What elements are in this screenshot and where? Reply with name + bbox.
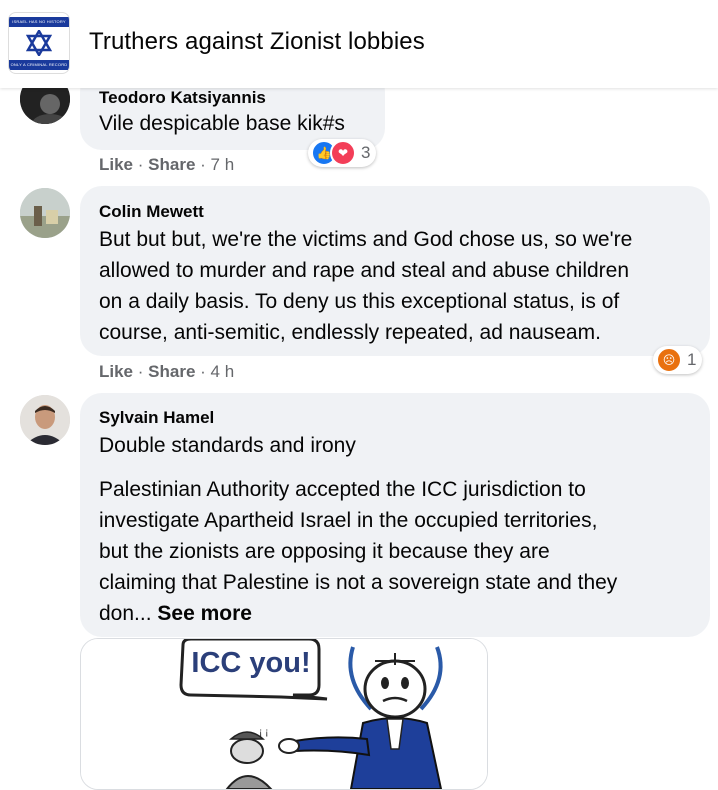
profile-photo-icon — [20, 395, 70, 445]
comment-actions: Like · Share · 7 h — [99, 155, 234, 175]
comment-text-line: don... See more — [99, 598, 617, 629]
comment-text-line: allowed to murder and rape and steal and… — [99, 259, 630, 282]
separator: · — [137, 362, 149, 381]
comment-text-line: but the zionists are opposing it because… — [99, 540, 550, 563]
angry-icon: ☹ — [656, 347, 682, 373]
group-icon-bottom-band: ONLY A CRIMINAL RECORD — [9, 60, 69, 70]
comment-author[interactable]: Teodoro Katsiyannis — [99, 88, 266, 108]
group-header: ISRAEL HAS NO HISTORY ONLY A CRIMINAL RE… — [0, 0, 718, 88]
group-avatar[interactable]: ISRAEL HAS NO HISTORY ONLY A CRIMINAL RE… — [8, 12, 70, 74]
share-link[interactable]: Share — [148, 362, 195, 381]
comment-text-line: But but but, we're the victims and God c… — [99, 228, 633, 251]
comment-author[interactable]: Sylvain Hamel — [99, 408, 214, 428]
profile-photo-icon — [20, 188, 70, 238]
comment-text: But but but, we're the victims and God c… — [99, 224, 632, 348]
reaction-summary[interactable]: 👍 ❤ 3 — [308, 139, 377, 167]
comment-text-line: claiming that Palestine is not a soverei… — [99, 571, 618, 594]
separator: · — [200, 155, 211, 174]
see-more-link[interactable]: See more — [157, 602, 252, 625]
like-link[interactable]: Like — [99, 155, 133, 174]
share-link[interactable]: Share — [148, 155, 195, 174]
avatar[interactable] — [20, 188, 70, 238]
comment-author[interactable]: Colin Mewett — [99, 202, 204, 222]
small-figure-head — [230, 738, 264, 764]
judge-face — [363, 659, 427, 719]
comment-timestamp[interactable]: 7 h — [211, 155, 235, 174]
comment-text-line: investigate Apartheid Israel in the occu… — [99, 509, 598, 532]
comment-text-line: on a daily basis. To deny us this except… — [99, 290, 620, 313]
group-icon-top-band: ISRAEL HAS NO HISTORY — [9, 17, 69, 27]
comment-timestamp[interactable]: 4 h — [211, 362, 235, 381]
avatar[interactable] — [20, 395, 70, 445]
speech-bubble-text: ICC you! — [191, 647, 311, 679]
separator: · — [200, 362, 211, 381]
comment-image-attachment[interactable]: ¡ ¡ ICC you! — [80, 638, 488, 790]
like-link[interactable]: Like — [99, 362, 133, 381]
star-of-david-icon — [26, 30, 52, 56]
separator: · — [137, 155, 149, 174]
group-title[interactable]: Truthers against Zionist lobbies — [89, 28, 425, 56]
love-icon: ❤ — [330, 140, 356, 166]
comment-text-line: Palestinian Authority accepted the ICC j… — [99, 478, 586, 501]
reaction-count: 1 — [687, 350, 697, 369]
comment-text: Vile despicable base kik#s — [99, 112, 345, 135]
comment-text-line: course, anti-semitic, endlessly repeated… — [99, 321, 601, 344]
reaction-count: 3 — [361, 143, 371, 162]
comment-text: Palestinian Authority accepted the ICC j… — [99, 474, 617, 629]
svg-text:¡ ¡: ¡ ¡ — [259, 727, 268, 738]
comment-actions: Like · Share · 4 h — [99, 362, 234, 382]
reaction-summary[interactable]: ☹ 1 — [653, 346, 703, 374]
truncated-text: don... — [99, 602, 152, 625]
comment-text-first-line: Double standards and irony — [99, 434, 356, 457]
